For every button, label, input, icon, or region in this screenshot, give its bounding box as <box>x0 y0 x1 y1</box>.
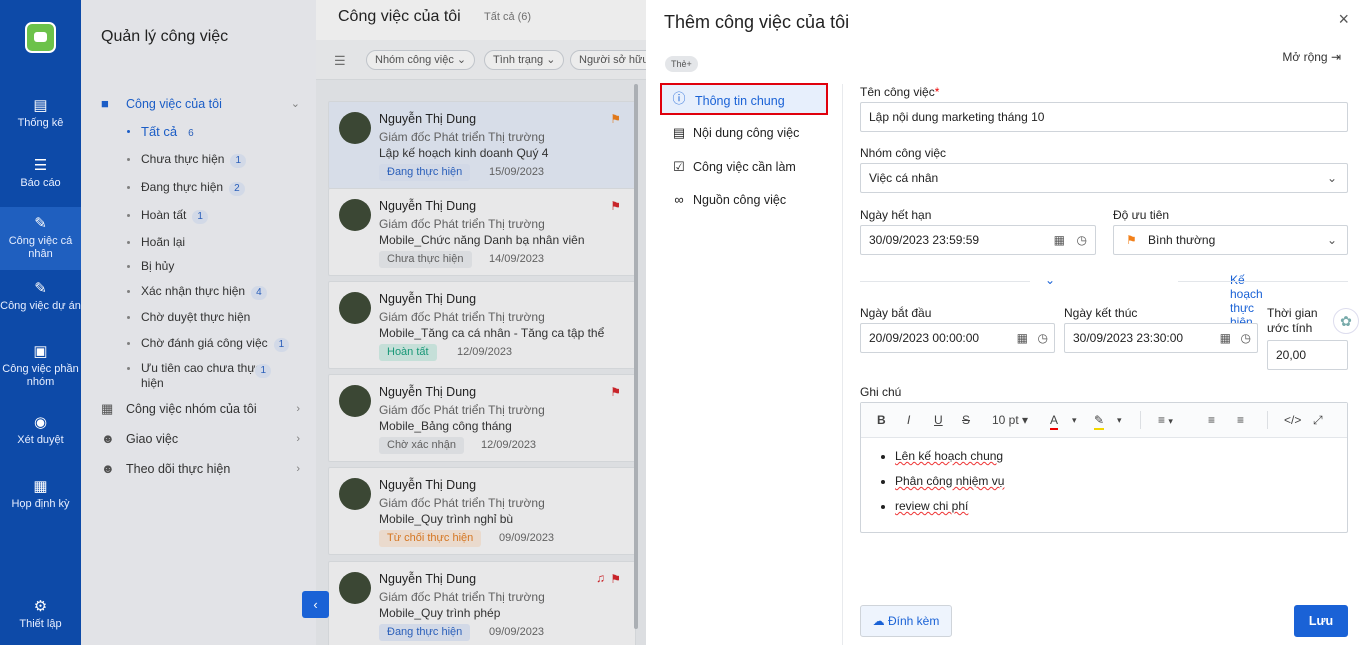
nav-group-tasks[interactable]: ▣ Công việc phần nhóm <box>0 343 81 393</box>
assistant-bubble-icon[interactable]: ✿ <box>1333 308 1359 334</box>
nav-meetings[interactable]: ▦ Họp định kỳ <box>0 478 81 518</box>
main-nav: ▤ Thống kê ☰ Báo cáo ✎ Công việc cá nhân ✎ C… <box>0 0 81 645</box>
group-label: Nhóm công việc <box>860 146 947 160</box>
report-icon: ☰ <box>33 157 48 174</box>
ordered-list-icon[interactable]: ≡ <box>1208 412 1215 428</box>
save-button[interactable]: Lưu <box>1294 605 1348 637</box>
chevron-down-icon[interactable]: ▾ <box>1072 412 1077 428</box>
dialog-divider <box>842 84 843 645</box>
attach-button[interactable]: ☁ Đính kèm <box>860 605 952 637</box>
cloud-upload-icon: ☁ <box>872 614 885 628</box>
task-name-label: Tên công việc* <box>860 85 940 99</box>
deadline-input[interactable]: 30/09/2023 23:59:59 ▦ ◷ <box>860 225 1096 255</box>
underline-icon[interactable]: U <box>934 412 943 428</box>
chevron-down-icon[interactable]: ▾ <box>1117 412 1122 428</box>
toolbar-divider <box>1140 411 1141 429</box>
info-icon: ⓘ <box>672 91 686 106</box>
note-item: review chi phí <box>895 499 1004 524</box>
app-root: ▤ Thống kê ☰ Báo cáo ✎ Công việc cá nhân ✎ C… <box>0 0 1359 645</box>
flag-icon: ⚑ <box>1126 233 1137 247</box>
deadline-label: Ngày hết hạn <box>860 208 932 222</box>
note-editor[interactable]: B I U S 10 pt ▾ A ▾ ✎ ▾ ≡ ▾ ≡ ≡ </> ⤢ Lê… <box>860 402 1348 533</box>
note-label: Ghi chú <box>860 385 902 399</box>
note-item: Phân công nhiệm vụ <box>895 474 1004 499</box>
checkbox-icon: ☑ <box>673 159 685 174</box>
collapse-panel-button[interactable]: ‹ <box>302 591 329 618</box>
personal-task-icon: ✎ <box>34 215 47 232</box>
document-icon: ▤ <box>672 125 686 140</box>
bullet-list-icon[interactable]: ≡ <box>1237 412 1244 428</box>
chevron-left-icon: ‹ <box>313 597 318 612</box>
start-date-input[interactable]: 20/09/2023 00:00:00 ▦ ◷ <box>860 323 1055 353</box>
fullscreen-icon[interactable]: ⤢ <box>1313 412 1323 428</box>
plan-toggle[interactable]: Kế hoạch thực hiện ⌄ <box>860 273 1348 329</box>
expand-button[interactable]: Mở rộng ⇥ <box>1282 50 1341 64</box>
end-date-input[interactable]: 30/09/2023 23:30:00 ▦ ◷ <box>1064 323 1258 353</box>
nav-statistics[interactable]: ▤ Thống kê <box>0 97 81 137</box>
strikethrough-icon[interactable]: S <box>962 412 970 428</box>
chevron-down-icon: ⌄ <box>1326 233 1337 247</box>
gear-icon: ⚙ <box>33 598 48 615</box>
bold-icon[interactable]: B <box>877 412 886 428</box>
nav-reports[interactable]: ☰ Báo cáo <box>0 157 81 197</box>
plan-label: Kế hoạch thực hiện ⌄ <box>1045 273 1263 329</box>
calendar-icon[interactable]: ▦ <box>1220 324 1231 352</box>
priority-label: Độ ưu tiên <box>1113 208 1170 222</box>
group-select[interactable]: Việc cá nhân ⌄ <box>860 163 1348 193</box>
editor-toolbar: B I U S 10 pt ▾ A ▾ ✎ ▾ ≡ ▾ ≡ ≡ </> ⤢ <box>861 403 1347 438</box>
clock-icon[interactable]: ◷ <box>1038 324 1048 352</box>
required-mark: * <box>934 85 940 99</box>
link-icon: ∞ <box>674 192 684 207</box>
tab-source[interactable]: ∞ Nguồn công việc <box>660 184 828 216</box>
nav-personal-tasks[interactable]: ✎ Công việc cá nhân <box>0 207 81 270</box>
add-task-dialog: Thêm công việc của tôi × Thẻ+ Mở rộng ⇥ … <box>646 0 1359 645</box>
align-icon[interactable]: ≡ ▾ <box>1158 412 1173 429</box>
estimate-input[interactable]: 20,00 <box>1267 340 1348 370</box>
approve-icon: ◉ <box>33 414 48 431</box>
text-color-icon[interactable]: A <box>1050 412 1059 430</box>
dialog-title: Thêm công việc của tôi <box>664 12 850 32</box>
italic-icon[interactable]: I <box>907 412 910 428</box>
estimate-label: Thời gian ước tính thực hiện <box>1267 306 1318 335</box>
modal-backdrop[interactable] <box>81 0 646 645</box>
tab-content[interactable]: ▤ Nội dung công việc <box>660 117 828 149</box>
font-size-select[interactable]: 10 pt ▾ <box>992 412 1028 428</box>
calendar-icon: ▦ <box>33 478 48 495</box>
highlight-icon[interactable]: ✎ <box>1094 412 1105 430</box>
end-date-label: Ngày kết thúc <box>1064 306 1138 320</box>
chevron-down-icon: ⌄ <box>1326 171 1337 185</box>
task-name-input[interactable]: Lập nội dung marketing tháng 10 <box>860 102 1348 132</box>
note-item: Lên kế hoạch chung <box>895 449 1004 474</box>
toolbar-divider <box>1267 411 1268 429</box>
clock-icon[interactable]: ◷ <box>1241 324 1251 352</box>
nav-approval[interactable]: ◉ Xét duyệt <box>0 414 81 454</box>
tag-chip[interactable]: Thẻ+ <box>665 56 698 72</box>
code-view-icon[interactable]: </> <box>1284 412 1301 428</box>
start-date-label: Ngày bắt đầu <box>860 306 932 320</box>
close-icon[interactable]: × <box>1338 9 1349 30</box>
tab-general-info[interactable]: ⓘ Thông tin chung <box>660 83 828 115</box>
bar-chart-icon: ▤ <box>33 97 48 114</box>
calendar-icon[interactable]: ▦ <box>1054 226 1065 254</box>
tab-todo[interactable]: ☑ Công việc cần làm <box>660 151 828 183</box>
expand-icon: ⇥ <box>1330 50 1341 64</box>
calendar-icon[interactable]: ▦ <box>1017 324 1028 352</box>
clock-icon[interactable]: ◷ <box>1077 226 1087 254</box>
note-content[interactable]: Lên kế hoạch chung Phân công nhiệm vụ re… <box>895 449 1004 524</box>
nav-settings[interactable]: ⚙ Thiết lập <box>0 598 81 638</box>
priority-select[interactable]: ⚑ Bình thường ⌄ <box>1113 225 1348 255</box>
project-icon: ✎ <box>34 280 47 297</box>
nav-project-tasks[interactable]: ✎ Công việc dự án <box>0 280 81 330</box>
group-task-icon: ▣ <box>33 343 48 360</box>
app-logo-icon[interactable] <box>25 22 56 53</box>
